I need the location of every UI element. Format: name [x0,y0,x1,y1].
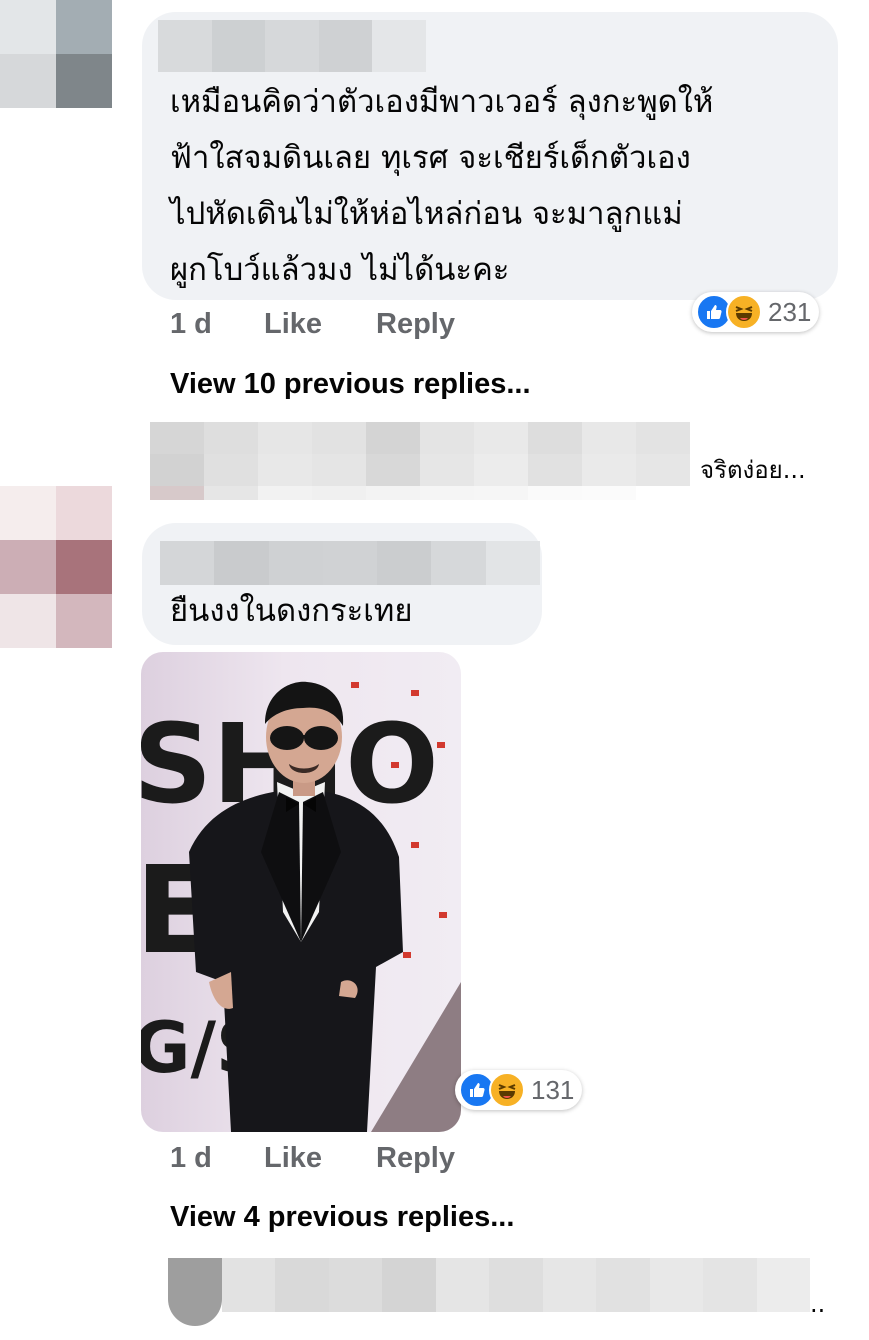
reaction-summary[interactable]: 231 [692,292,820,332]
reaction-count: 131 [531,1074,575,1105]
haha-icon [726,294,762,330]
comment-text: ยืนงงในดงกระเทย [170,593,413,629]
commenter-name[interactable] [158,20,426,72]
reaction-summary[interactable]: 131 [455,1070,583,1110]
comment-photo[interactable]: SHIO EK G/SU [141,652,461,1132]
view-previous-replies[interactable]: View 4 previous replies... [170,1201,514,1234]
view-previous-replies[interactable]: View 10 previous replies... [170,368,531,401]
reply-preview-blur[interactable] [222,1258,810,1312]
reply-preview-text[interactable]: จริตง่อย... [700,450,806,489]
avatar[interactable] [0,486,112,648]
commenter-name[interactable] [160,541,540,585]
reply-button[interactable]: Reply [376,308,455,341]
like-button[interactable]: Like [264,1142,322,1175]
comment-time[interactable]: 1 d [170,1142,212,1175]
like-button[interactable]: Like [264,308,322,341]
comment-time[interactable]: 1 d [170,308,212,341]
reply-preview-text[interactable]: .. [810,1290,825,1318]
comment-bubble: เหมือนคิดว่าตัวเองมีพาวเวอร์ ลุงกะพูดให้… [142,12,838,300]
comment-text: เหมือนคิดว่าตัวเองมีพาวเวอร์ ลุงกะพูดให้… [170,84,714,288]
haha-icon [489,1072,525,1108]
avatar[interactable] [0,0,112,108]
reply-avatar[interactable] [168,1258,222,1326]
reply-button[interactable]: Reply [376,1142,455,1175]
reply-preview-blur[interactable] [150,422,690,500]
comment-bubble: ยืนงงในดงกระเทย [142,523,542,645]
reaction-count: 231 [768,296,812,327]
